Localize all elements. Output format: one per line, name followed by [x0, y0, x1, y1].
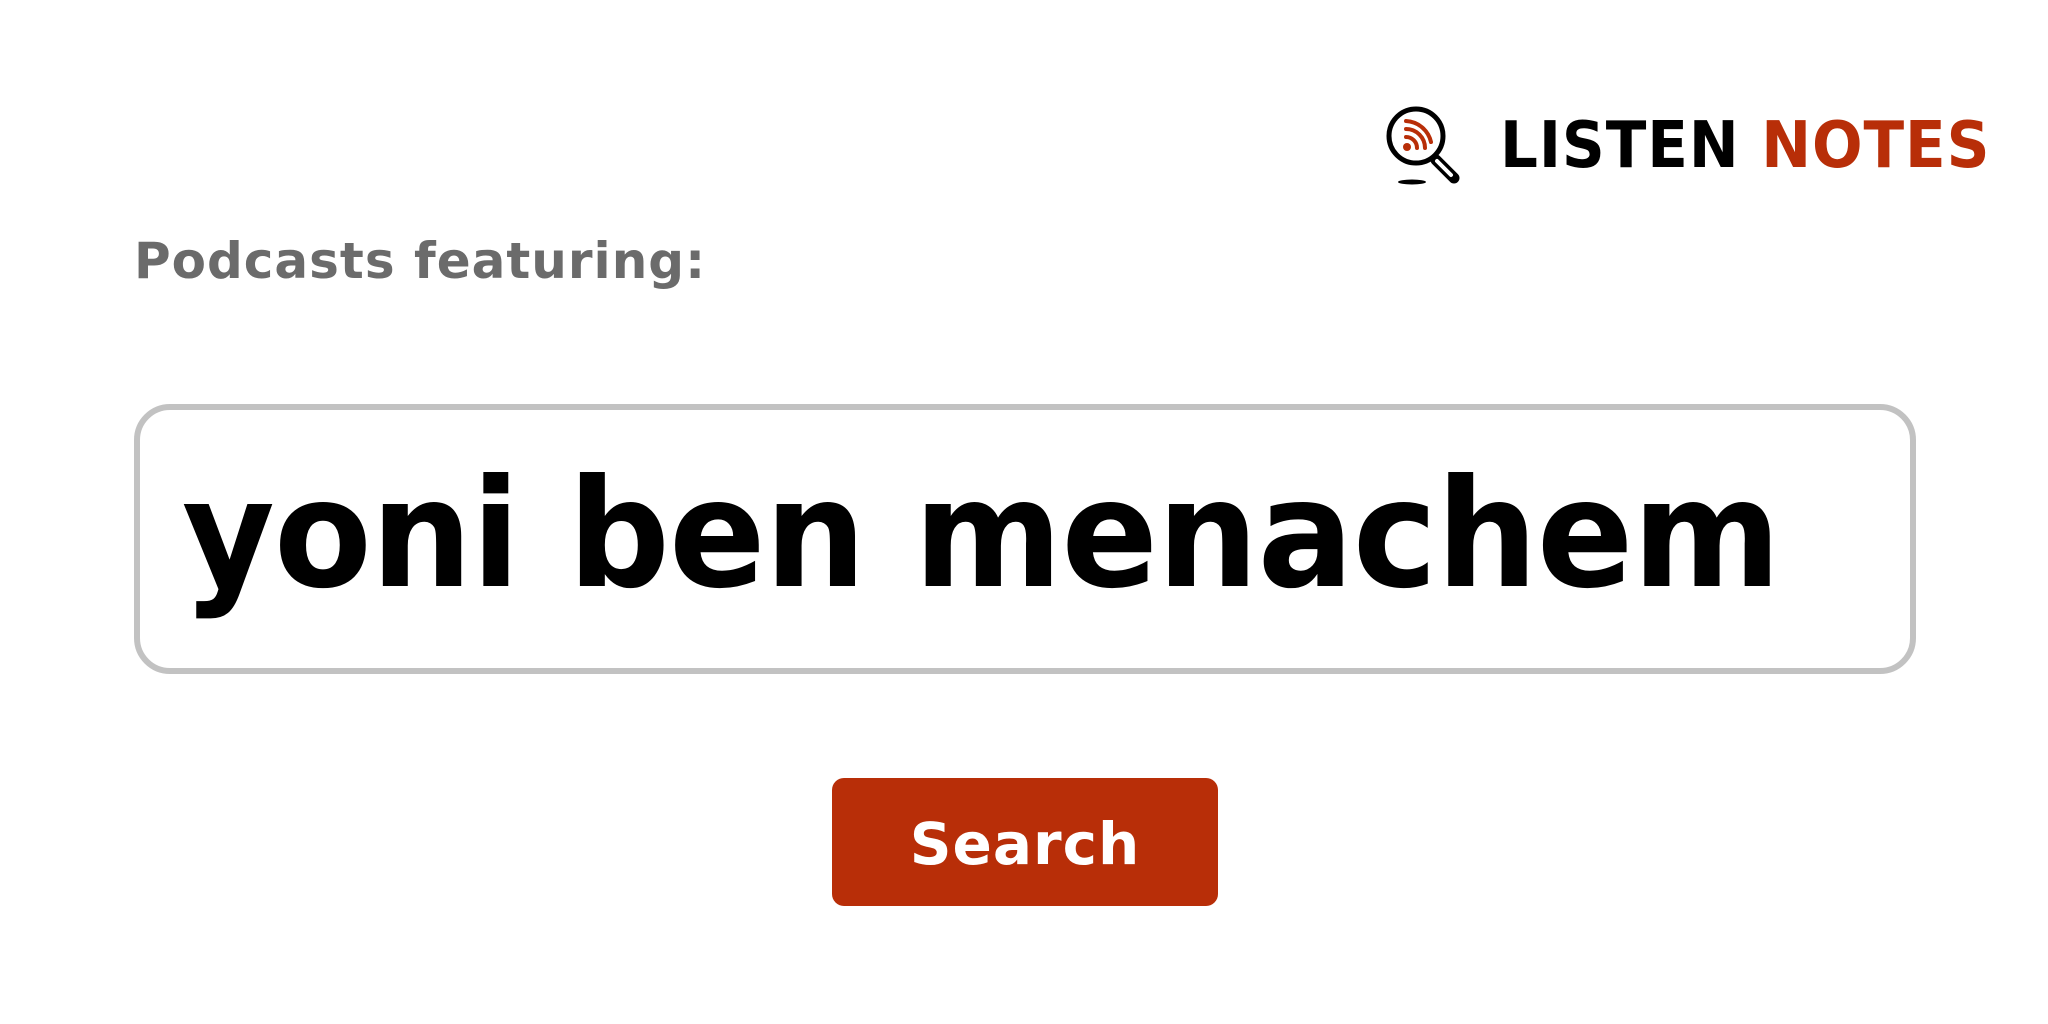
logo-wordmark: LISTEN NOTES — [1500, 114, 1990, 178]
page: LISTEN NOTES Podcasts featuring: yoni be… — [0, 0, 2048, 1024]
logo-word-listen: LISTEN — [1500, 109, 1740, 183]
listen-notes-logo[interactable]: LISTEN NOTES — [1384, 104, 2027, 188]
podcasts-featuring-heading: Podcasts featuring: — [134, 232, 707, 290]
search-button[interactable]: Search — [832, 778, 1218, 906]
search-button-label: Search — [909, 810, 1141, 878]
logo-word-notes: NOTES — [1761, 109, 1991, 183]
search-input[interactable]: yoni ben menachem — [134, 404, 1916, 674]
podcast-search-magnifier-icon — [1386, 106, 1460, 185]
search-input-value: yoni ben menachem — [182, 448, 1781, 622]
